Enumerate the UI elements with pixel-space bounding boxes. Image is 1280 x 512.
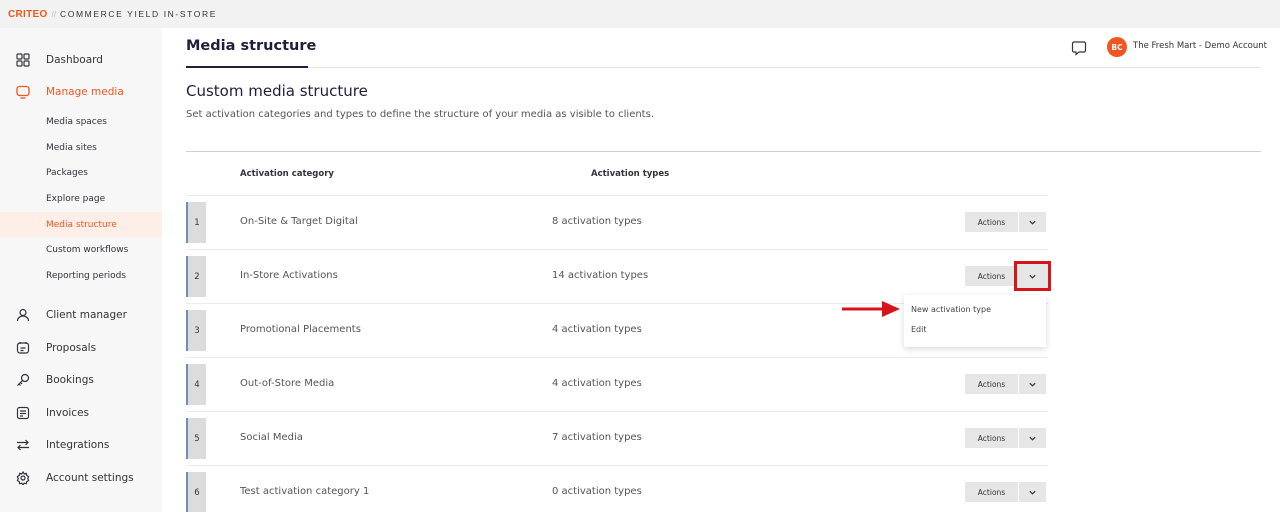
sidebar-item-label: Account settings: [46, 472, 134, 484]
key-icon: [16, 373, 30, 387]
page-title: Media structure: [186, 38, 317, 54]
product-name: COMMERCE YIELD IN-STORE: [60, 9, 217, 19]
actions-dropdown-toggle[interactable]: [1019, 374, 1046, 394]
row-types-count: 0 activation types: [552, 486, 642, 497]
sidebar-subitem-media-structure[interactable]: Media structure: [0, 212, 162, 237]
sidebar-item-bookings[interactable]: Bookings: [0, 367, 162, 393]
row-category: On-Site & Target Digital: [240, 216, 358, 227]
proposal-icon: [16, 341, 30, 355]
divider: [186, 151, 1261, 152]
row-category: Social Media: [240, 432, 303, 443]
sidebar-item-invoices[interactable]: Invoices: [0, 400, 162, 426]
sidebar-item-integrations[interactable]: Integrations: [0, 432, 162, 458]
actions-button[interactable]: Actions: [965, 428, 1018, 448]
sidebar-item-dashboard[interactable]: Dashboard: [0, 47, 162, 73]
actions-button[interactable]: Actions: [965, 374, 1018, 394]
brand-logo[interactable]: CRITEO: [8, 9, 48, 20]
actions-dropdown-toggle[interactable]: [1019, 428, 1046, 448]
row-category: Promotional Placements: [240, 324, 361, 335]
table-row: 1 On-Site & Target Digital 8 activation …: [186, 195, 1048, 249]
row-types-count: 7 activation types: [552, 432, 642, 443]
menu-item-edit[interactable]: Edit: [911, 325, 927, 334]
annotation-arrow-icon: [842, 301, 900, 317]
chevron-down-icon: [1029, 274, 1036, 279]
sidebar-item-label: Dashboard: [46, 54, 103, 66]
sidebar-item-account-settings[interactable]: Account settings: [0, 465, 162, 491]
account-name[interactable]: The Fresh Mart - Demo Account: [1133, 41, 1267, 51]
table-row: 5 Social Media 7 activation types Action…: [186, 411, 1048, 465]
top-bar: CRITEO // COMMERCE YIELD IN-STORE: [0, 0, 1280, 28]
sidebar-subitem-custom-workflows[interactable]: Custom workflows: [0, 237, 162, 262]
row-number: 5: [186, 418, 206, 459]
row-types-count: 4 activation types: [552, 378, 642, 389]
sidebar-item-label: Invoices: [46, 407, 90, 419]
row-types-count: 14 activation types: [552, 270, 649, 281]
actions-dropdown-toggle[interactable]: [1019, 482, 1046, 502]
avatar[interactable]: BC: [1107, 37, 1127, 57]
swap-arrows-icon: [16, 438, 30, 452]
actions-dropdown-menu: New activation type Edit: [904, 295, 1046, 347]
sidebar-item-proposals[interactable]: Proposals: [0, 335, 162, 361]
row-category: Test activation category 1: [240, 486, 370, 497]
sidebar-subitem-reporting-periods[interactable]: Reporting periods: [0, 263, 162, 288]
table-row: 6 Test activation category 1 0 activatio…: [186, 465, 1048, 512]
section-description: Set activation categories and types to d…: [186, 109, 654, 120]
grid-icon: [16, 53, 30, 67]
page-header: Media structure BC The Fresh Mart - Demo…: [186, 28, 1267, 68]
row-category: Out-of-Store Media: [240, 378, 335, 389]
sidebar-item-label: Integrations: [46, 439, 110, 451]
chat-icon[interactable]: [1071, 40, 1087, 56]
brand-separator: //: [51, 9, 57, 19]
row-number: 3: [186, 310, 206, 351]
row-number: 2: [186, 256, 206, 297]
row-category: In-Store Activations: [240, 270, 338, 281]
row-types-count: 4 activation types: [552, 324, 642, 335]
sidebar-item-label: Client manager: [46, 309, 127, 321]
table-row: 4 Out-of-Store Media 4 activation types …: [186, 357, 1048, 411]
column-header-activation-types: Activation types: [591, 169, 670, 179]
actions-dropdown-toggle[interactable]: [1014, 261, 1051, 291]
chevron-down-icon: [1029, 490, 1036, 495]
section-title: Custom media structure: [186, 82, 368, 100]
sidebar-subitem-explore-page[interactable]: Explore page: [0, 186, 162, 211]
actions-button[interactable]: Actions: [965, 266, 1018, 286]
user-icon: [16, 308, 30, 322]
sidebar-item-label: Proposals: [46, 342, 97, 354]
menu-item-new-activation-type[interactable]: New activation type: [911, 305, 991, 314]
sidebar-item-client-manager[interactable]: Client manager: [0, 302, 162, 328]
invoice-icon: [16, 406, 30, 420]
sidebar-subitem-media-sites[interactable]: Media sites: [0, 135, 162, 160]
sidebar-subitem-media-spaces[interactable]: Media spaces: [0, 109, 162, 134]
actions-button[interactable]: Actions: [965, 212, 1018, 232]
row-number: 4: [186, 364, 206, 405]
sidebar-item-label: Bookings: [46, 374, 94, 386]
sidebar-subitem-packages[interactable]: Packages: [0, 160, 162, 185]
chevron-down-icon: [1029, 382, 1036, 387]
sidebar: Dashboard Manage media Media spaces Medi…: [0, 28, 162, 512]
sidebar-item-manage-media[interactable]: Manage media: [0, 79, 162, 105]
sidebar-item-label: Manage media: [46, 86, 124, 98]
actions-button[interactable]: Actions: [965, 482, 1018, 502]
row-number: 6: [186, 472, 206, 512]
row-number: 1: [186, 202, 206, 243]
gear-icon: [16, 471, 30, 485]
actions-dropdown-toggle[interactable]: [1019, 212, 1046, 232]
chevron-down-icon: [1029, 220, 1036, 225]
column-header-activation-category: Activation category: [240, 169, 334, 179]
row-types-count: 8 activation types: [552, 216, 642, 227]
active-tab-indicator: [186, 66, 308, 68]
monitor-icon: [16, 85, 30, 99]
chevron-down-icon: [1029, 436, 1036, 441]
